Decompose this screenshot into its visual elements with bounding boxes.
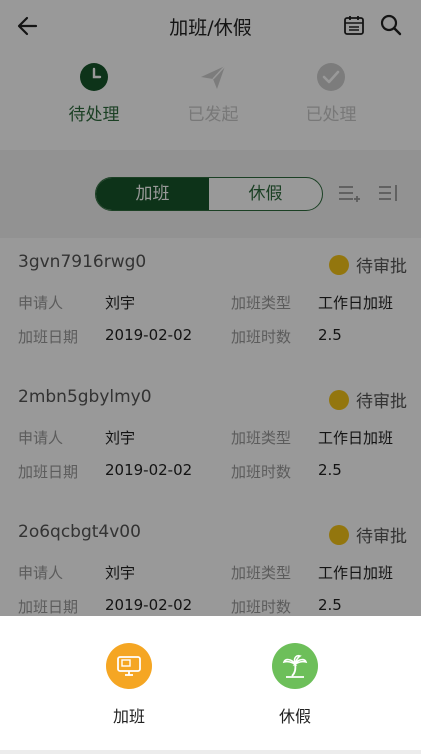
overtime-label: 加班 xyxy=(112,707,145,726)
overtime-icon-circle xyxy=(106,643,152,689)
create-overtime-button[interactable]: 加班 xyxy=(89,643,169,727)
bottom-divider xyxy=(0,750,421,754)
leave-label: 休假 xyxy=(278,707,311,726)
action-sheet: 加班 休假 xyxy=(0,616,421,750)
palm-tree-icon xyxy=(282,654,308,678)
modal-backdrop[interactable] xyxy=(0,0,421,616)
monitor-icon xyxy=(117,656,141,676)
create-leave-button[interactable]: 休假 xyxy=(255,643,335,727)
page: 加班/休假 待处理 已发起 已处理 加班 休假 3gvn7916rwg0 待审批… xyxy=(0,0,421,754)
leave-icon-circle xyxy=(272,643,318,689)
